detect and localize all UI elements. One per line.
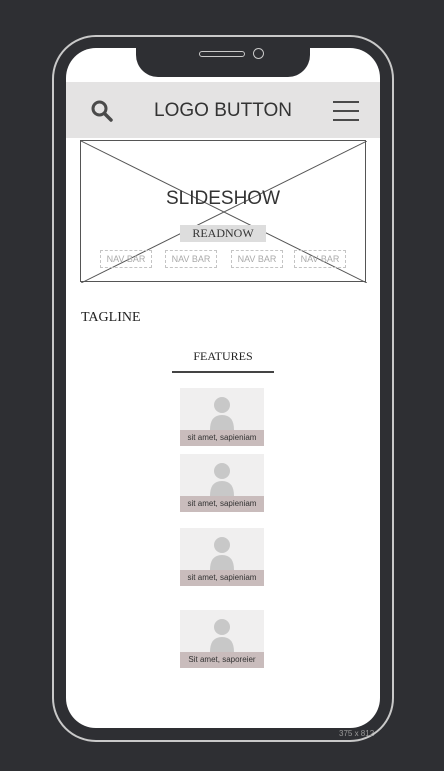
hamburger-menu-icon[interactable] <box>333 100 359 122</box>
device-size-label: 375 x 812 <box>339 729 375 738</box>
read-now-button[interactable]: READNOW <box>180 225 266 242</box>
slideshow-title: SLIDESHOW <box>165 188 281 209</box>
features-underline <box>172 371 274 373</box>
speaker-icon <box>199 51 245 57</box>
search-icon[interactable] <box>90 99 114 123</box>
user-placeholder-icon <box>210 463 234 496</box>
feature-card-caption: Sit amet, saporeier <box>180 652 264 668</box>
slideshow-nav-item[interactable]: NAV BAR <box>100 250 152 268</box>
feature-card[interactable]: sit amet, sapieniam <box>180 388 264 446</box>
tagline: TAGLINE <box>81 310 141 325</box>
phone-notch <box>136 41 310 77</box>
features-heading[interactable]: FEATURES <box>172 349 274 364</box>
slideshow-nav-item[interactable]: NAV BAR <box>294 250 346 268</box>
feature-card[interactable]: sit amet, sapieniam <box>180 454 264 512</box>
feature-card[interactable]: sit amet, sapieniam <box>180 528 264 586</box>
user-placeholder-icon <box>210 619 234 652</box>
feature-card[interactable]: Sit amet, saporeier <box>180 610 264 668</box>
feature-card-caption: sit amet, sapieniam <box>180 430 264 446</box>
user-placeholder-icon <box>210 397 234 430</box>
feature-card-caption: sit amet, sapieniam <box>180 570 264 586</box>
feature-card-caption: sit amet, sapieniam <box>180 496 264 512</box>
slideshow-nav-item[interactable]: NAV BAR <box>231 250 283 268</box>
user-placeholder-icon <box>210 537 234 570</box>
logo-button[interactable]: LOGO BUTTON <box>140 98 306 124</box>
camera-icon <box>253 48 264 59</box>
slideshow-nav-item[interactable]: NAV BAR <box>165 250 217 268</box>
